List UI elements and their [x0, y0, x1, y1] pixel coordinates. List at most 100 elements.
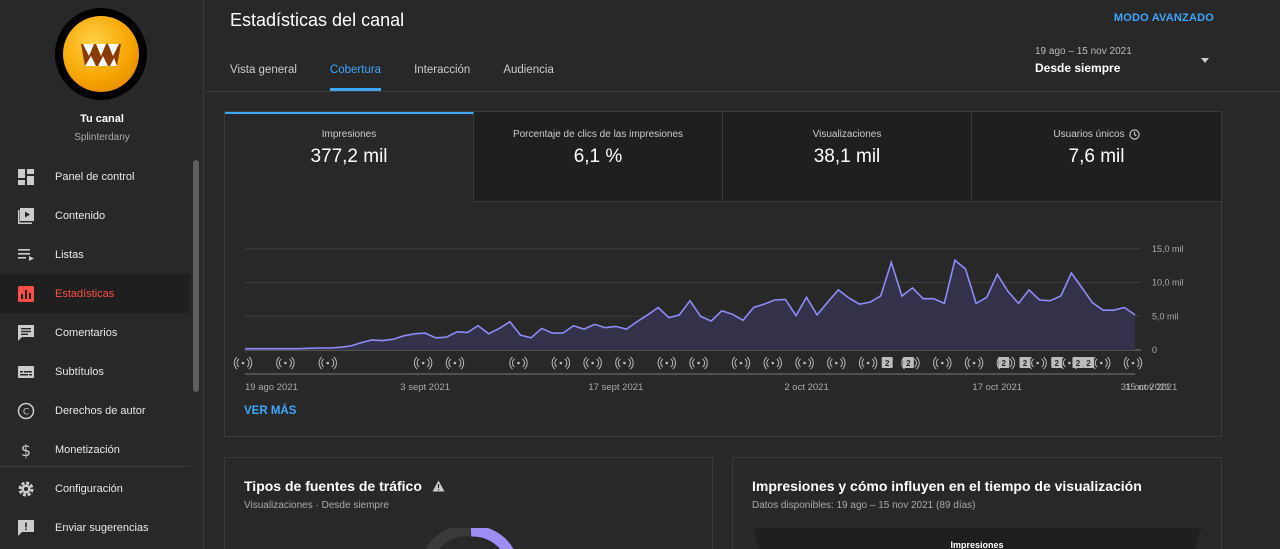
sidebar-nav: Panel de control Contenido Listas Estadí… [0, 157, 190, 469]
sidebar-item-label: Derechos de autor [55, 404, 146, 417]
sidebar-item-label: Enviar sugerencias [55, 521, 149, 534]
content-icon [16, 206, 36, 226]
marker-badge-count: 2 [1086, 359, 1091, 368]
sidebar-item-label: Panel de control [55, 170, 135, 183]
playlist-icon [16, 245, 36, 265]
marker-badge-count: 2 [1002, 359, 1007, 368]
live-marker-icon [1028, 356, 1047, 370]
metric-value: 38,1 mil [813, 146, 881, 167]
metric-label: Porcentaje de clics de las impresiones [512, 129, 684, 140]
chevron-down-icon [1201, 58, 1209, 63]
marker-badge-count: 2 [1076, 359, 1081, 368]
dollar-icon: $ [16, 440, 36, 460]
live-marker-icon [276, 356, 295, 370]
live-marker-icon [583, 356, 602, 370]
metric-value: 377,2 mil [310, 146, 388, 167]
channel-avatar[interactable] [55, 8, 147, 100]
sidebar-item-label: Subtítulos [55, 365, 104, 378]
funnel-label: Impresiones [950, 540, 1004, 549]
sidebar-item-analytics[interactable]: Estadísticas [0, 274, 190, 313]
header-divider [205, 91, 1280, 92]
metric-impressions[interactable]: Impresiones 377,2 mil [225, 112, 474, 202]
live-marker-icon [827, 356, 846, 370]
live-marker-icon [657, 356, 677, 370]
impressions-area [245, 260, 1135, 350]
metric-value: 6,1 % [573, 146, 623, 167]
feedback-icon [16, 518, 36, 538]
channel-handle: Splinterdany [74, 132, 130, 143]
tab-reach[interactable]: Cobertura [329, 58, 382, 91]
live-marker-icon [795, 356, 814, 370]
subtitles-icon [16, 362, 36, 382]
studio-app: Tu canal Splinterdany Panel de control C… [0, 0, 1280, 549]
sidebar-item-settings[interactable]: Configuración [0, 469, 190, 508]
live-marker-icon [763, 356, 782, 370]
sidebar-item-label: Configuración [55, 482, 123, 495]
sidebar-scrollbar[interactable] [193, 160, 199, 392]
sidebar-item-monetization[interactable]: $ Monetización [0, 430, 190, 469]
metric-unique-viewers[interactable]: Usuarios únicos 7,6 mil [972, 112, 1221, 202]
sidebar: Tu canal Splinterdany Panel de control C… [0, 0, 204, 549]
traffic-sources-title-row: Tipos de fuentes de tráfico [244, 478, 445, 494]
sidebar-divider [0, 466, 190, 467]
impressions-funnel-card: Impresiones y cómo influyen en el tiempo… [732, 457, 1222, 549]
x-tick-label: 15 nov 2021 [1125, 382, 1177, 393]
date-range-selector[interactable]: 19 ago – 15 nov 2021 Desde siempre [1035, 46, 1215, 80]
page-title: Estadísticas del canal [230, 10, 405, 30]
sidebar-item-label: Estadísticas [55, 287, 115, 300]
copyright-icon: C [16, 401, 36, 421]
monster-face-icon [81, 44, 121, 66]
sidebar-item-comments[interactable]: Comentarios [0, 313, 190, 352]
reach-card: Impresiones 377,2 mil Porcentaje de clic… [224, 111, 1222, 437]
sidebar-item-label: Monetización [55, 443, 120, 456]
sidebar-item-copyright[interactable]: C Derechos de autor [0, 391, 190, 430]
see-more-button[interactable]: VER MÁS [244, 405, 296, 417]
metric-ctr[interactable]: Porcentaje de clics de las impresiones 6… [474, 112, 723, 202]
sidebar-item-subtitles[interactable]: Subtítulos [0, 352, 190, 391]
tab-audience[interactable]: Audiencia [503, 58, 554, 91]
dashboard-icon [16, 167, 36, 187]
x-tick-label: 19 ago 2021 [245, 382, 298, 393]
sidebar-item-playlists[interactable]: Listas [0, 235, 190, 274]
sidebar-bottom-nav: Configuración Enviar sugerencias [0, 469, 190, 547]
x-tick-label: 17 sept 2021 [588, 382, 643, 393]
live-marker-icon [233, 356, 253, 370]
traffic-sources-subtitle: Visualizaciones · Desde siempre [244, 500, 389, 511]
metric-tabs: Impresiones 377,2 mil Porcentaje de clic… [225, 112, 1221, 202]
traffic-sources-title: Tipos de fuentes de tráfico [244, 478, 422, 494]
x-tick-label: 17 oct 2021 [972, 382, 1022, 393]
impressions-funnel-title: Impresiones y cómo influyen en el tiempo… [752, 478, 1142, 494]
x-tick-label: 2 oct 2021 [784, 382, 828, 393]
sidebar-item-content[interactable]: Contenido [0, 196, 190, 235]
live-marker-icon [413, 356, 433, 370]
y-tick-label: 15,0 mil [1152, 244, 1184, 254]
date-range-dates: 19 ago – 15 nov 2021 [1035, 46, 1132, 57]
sidebar-item-feedback[interactable]: Enviar sugerencias [0, 508, 190, 547]
live-marker-icon [551, 356, 571, 370]
x-tick-label: 3 sept 2021 [400, 382, 450, 393]
y-tick-label: 10,0 mil [1152, 278, 1184, 288]
live-marker-icon [445, 356, 465, 370]
marker-badge-count: 2 [1055, 359, 1060, 368]
svg-text:C: C [23, 407, 29, 417]
live-marker-icon [689, 356, 708, 370]
marker-badge-count: 2 [1023, 359, 1028, 368]
tab-engagement[interactable]: Interacción [414, 58, 470, 91]
traffic-sources-card: Tipos de fuentes de tráfico Visualizacio… [224, 457, 713, 549]
live-marker-icon [731, 356, 751, 370]
advanced-mode-button[interactable]: MODO AVANZADO [1114, 12, 1214, 24]
metric-views[interactable]: Visualizaciones 38,1 mil [723, 112, 972, 202]
metric-label: Visualizaciones [812, 129, 882, 140]
metric-label: Usuarios únicos [1053, 129, 1125, 141]
metric-label: Impresiones [321, 129, 377, 140]
live-marker-icon [1092, 356, 1111, 370]
sidebar-item-label: Contenido [55, 209, 106, 222]
live-marker-icon [858, 356, 878, 370]
y-tick-label: 0 [1152, 345, 1157, 355]
tab-overview[interactable]: Vista general [230, 58, 297, 91]
metric-value: 7,6 mil [1068, 146, 1125, 168]
comments-icon [16, 323, 36, 343]
warning-icon[interactable] [432, 480, 445, 492]
metric-label-row: Usuarios únicos [972, 129, 1221, 140]
sidebar-item-dashboard[interactable]: Panel de control [0, 157, 190, 196]
